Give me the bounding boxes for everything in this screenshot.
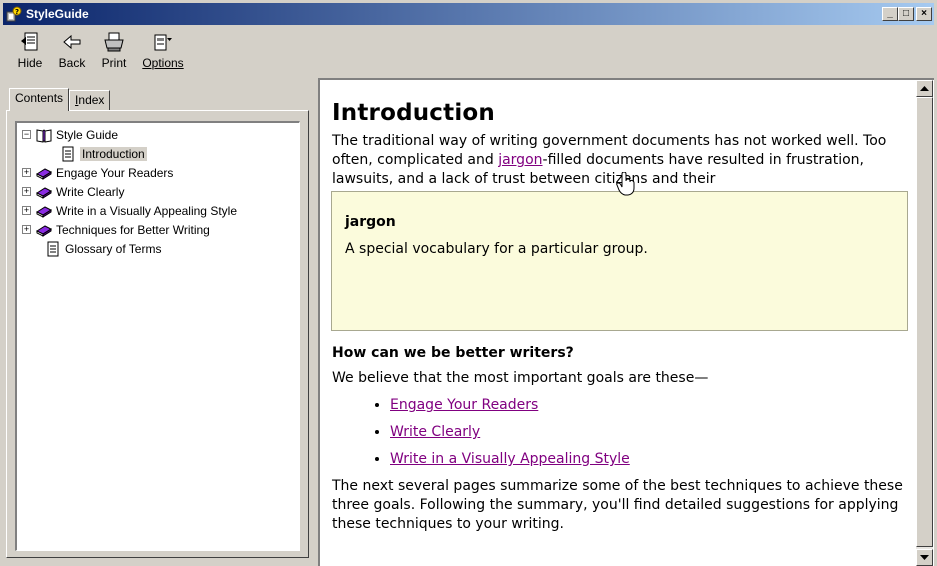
- title-bar[interactable]: ? StyleGuide _ □ ×: [3, 3, 934, 25]
- page-icon: [59, 146, 77, 162]
- tree-label: Engage Your Readers: [56, 165, 174, 180]
- options-label: Options: [142, 56, 184, 70]
- goal-link-visually[interactable]: Write in a Visually Appealing Style: [390, 451, 630, 467]
- page-icon: [44, 241, 62, 257]
- tree-node-style-guide[interactable]: − Style Guide: [17, 125, 299, 144]
- list-item: Engage Your Readers: [390, 396, 912, 415]
- jargon-link[interactable]: jargon: [498, 152, 542, 168]
- goal-link-engage[interactable]: Engage Your Readers: [390, 397, 538, 413]
- scroll-down-button[interactable]: [916, 549, 933, 566]
- popup-term: jargon: [345, 214, 396, 230]
- tab-contents[interactable]: Contents: [9, 88, 70, 111]
- tree-node-write-clearly[interactable]: + Write Clearly: [17, 182, 299, 201]
- hide-pane-icon: [18, 30, 42, 54]
- tab-index[interactable]: Index: [69, 90, 111, 110]
- tree-label: Glossary of Terms: [65, 241, 162, 256]
- print-button[interactable]: Print: [93, 27, 135, 73]
- printer-icon: [102, 30, 126, 54]
- summary-paragraph: The next several pages summarize some of…: [332, 478, 903, 532]
- tree-label-selected: Introduction: [80, 146, 147, 161]
- book-icon: [35, 222, 53, 238]
- open-book-icon: [35, 127, 53, 143]
- back-label: Back: [58, 56, 86, 70]
- tree-label: Write in a Visually Appealing Style: [56, 203, 237, 218]
- scroll-thumb[interactable]: [916, 97, 933, 547]
- tree-node-introduction[interactable]: Introduction: [17, 144, 299, 163]
- options-icon: [151, 30, 175, 54]
- back-arrow-icon: [60, 30, 84, 54]
- close-button[interactable]: ×: [916, 7, 932, 21]
- toolbar: Hide Back Print Options: [3, 27, 934, 75]
- book-icon: [35, 184, 53, 200]
- up-arrow-icon: [920, 86, 929, 91]
- minimize-button[interactable]: _: [882, 7, 898, 21]
- print-label: Print: [101, 56, 127, 70]
- expand-icon[interactable]: +: [22, 187, 31, 196]
- tree-label: Style Guide: [56, 127, 119, 142]
- book-icon: [35, 165, 53, 181]
- vertical-scrollbar[interactable]: [916, 80, 933, 566]
- goal-link-write-clearly[interactable]: Write Clearly: [390, 424, 480, 440]
- list-item: Write in a Visually Appealing Style: [390, 450, 912, 469]
- contents-tab-panel: − Style Guide Introduction + Engage Your…: [6, 110, 309, 558]
- subheading: How can we be better writers?: [332, 345, 574, 361]
- navigation-pane: Contents Index − Style Guide Introductio…: [3, 78, 314, 563]
- book-icon: [35, 203, 53, 219]
- expand-icon[interactable]: +: [22, 225, 31, 234]
- tree-node-visually-appealing[interactable]: + Write in a Visually Appealing Style: [17, 201, 299, 220]
- collapse-icon[interactable]: −: [22, 130, 31, 139]
- expand-icon[interactable]: +: [22, 206, 31, 215]
- popup-definition: A special vocabulary for a particular gr…: [345, 241, 648, 257]
- hide-button[interactable]: Hide: [9, 27, 51, 73]
- goals-intro: We believe that the most important goals…: [332, 370, 709, 386]
- window-title: StyleGuide: [26, 7, 89, 21]
- help-window: ? StyleGuide _ □ × Hide Back Print Optio…: [0, 0, 937, 566]
- down-arrow-icon: [920, 555, 929, 560]
- tree-label: Write Clearly: [56, 184, 125, 199]
- svg-text:?: ?: [15, 8, 19, 16]
- back-button[interactable]: Back: [51, 27, 93, 73]
- list-item: Write Clearly: [390, 423, 912, 442]
- hand-cursor-icon: [616, 171, 636, 196]
- goals-list: Engage Your Readers Write Clearly Write …: [332, 396, 912, 469]
- tree-label: Techniques for Better Writing: [56, 222, 210, 237]
- topic-heading: Introduction: [332, 100, 495, 126]
- definition-popup[interactable]: jargon A special vocabulary for a partic…: [331, 191, 908, 331]
- contents-tree[interactable]: − Style Guide Introduction + Engage Your…: [15, 121, 300, 551]
- tree-node-techniques[interactable]: + Techniques for Better Writing: [17, 220, 299, 239]
- expand-icon[interactable]: +: [22, 168, 31, 177]
- tree-node-glossary[interactable]: Glossary of Terms: [17, 239, 299, 258]
- maximize-button[interactable]: □: [898, 7, 914, 21]
- scroll-up-button[interactable]: [916, 80, 933, 97]
- options-button[interactable]: Options: [135, 27, 191, 73]
- help-app-icon: ?: [6, 6, 22, 22]
- tree-node-engage[interactable]: + Engage Your Readers: [17, 163, 299, 182]
- hide-label: Hide: [17, 56, 43, 70]
